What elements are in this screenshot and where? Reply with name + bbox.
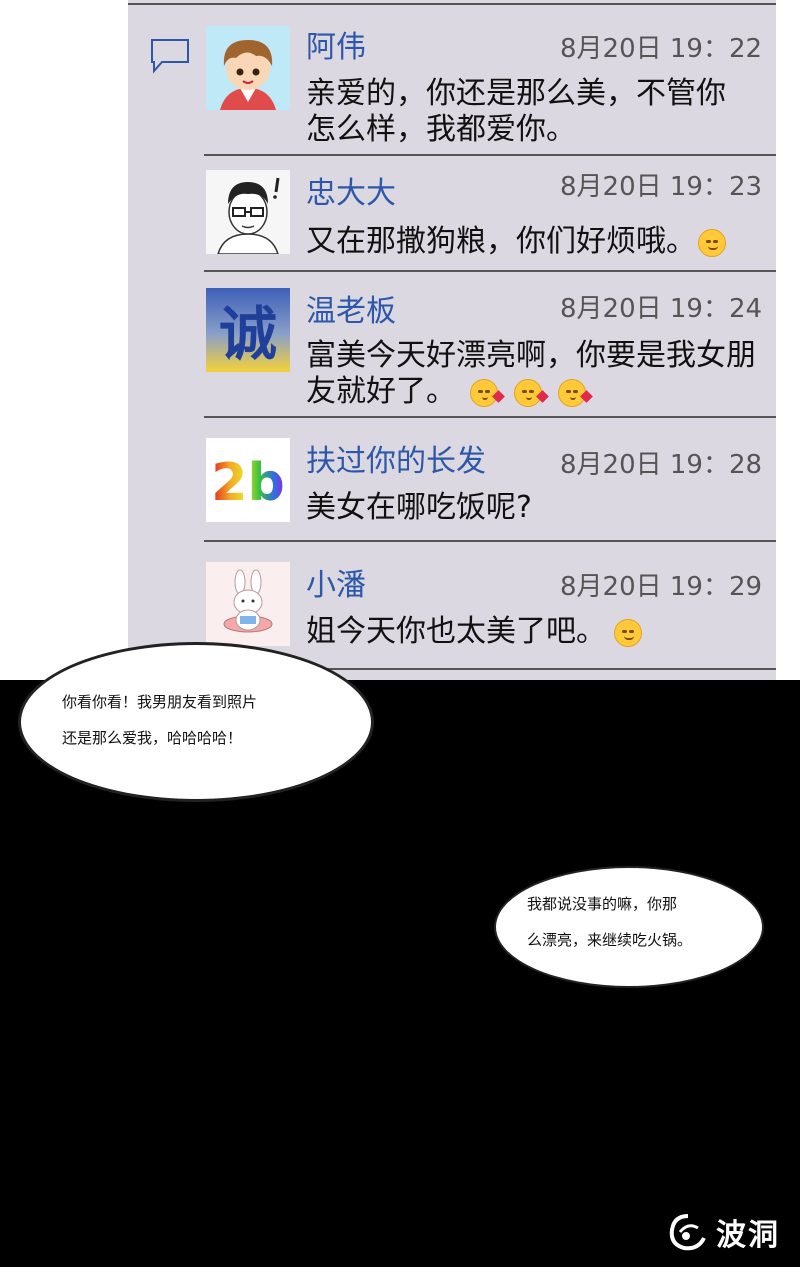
comment-time: 8月20日 19：22 — [560, 34, 763, 64]
commenter-name[interactable]: 温老板 — [306, 286, 396, 330]
bodong-logo-icon — [669, 1214, 706, 1251]
kissing-heart-face-icon — [558, 378, 593, 407]
watermark-text: 波洞 — [716, 1218, 780, 1253]
comment-text: 姐今天你也太美了吧。 — [306, 614, 766, 650]
rainbow-2b-icon: 2b — [206, 438, 290, 522]
comment-text-content: 姐今天你也太美了吧。 — [306, 614, 606, 649]
kissing-heart-face-icon — [470, 378, 505, 407]
comment-time: 8月20日 19：23 — [560, 172, 763, 202]
speech-bubble-right-line1: 我都说没事的嘛，你那 — [527, 895, 678, 913]
commenter-name[interactable]: 忠大大 — [306, 168, 396, 212]
commenter-name[interactable]: 扶过你的长发 — [306, 436, 486, 480]
unamused-face-icon — [698, 228, 726, 257]
bunny-icon — [206, 562, 290, 646]
comment-text: 亲爱的，你还是那么美，不管你怎么样，我都爱你。 — [306, 76, 726, 147]
comment-item: 小潘 8月20日 19：29 姐今天你也太美了吧。 — [204, 542, 776, 670]
comment-time: 8月20日 19：28 — [560, 450, 763, 480]
avatar[interactable]: 2b — [206, 438, 290, 522]
comment-item: 阿伟 8月20日 19：22 亲爱的，你还是那么美，不管你怎么样，我都爱你。 — [204, 14, 776, 156]
smiling-face-icon — [614, 618, 642, 647]
sketch-person-icon — [206, 170, 290, 254]
avatar[interactable]: 诚 — [206, 288, 290, 372]
comment-time: 8月20日 19：29 — [560, 572, 763, 602]
avatar[interactable] — [206, 26, 290, 110]
comment-text: 美女在哪吃饭呢? — [306, 490, 532, 525]
svg-text:2b: 2b — [211, 453, 284, 513]
calligraphy-cheng-icon: 诚 — [206, 288, 290, 372]
avatar[interactable] — [206, 170, 290, 254]
comment-text-content: 又在那撒狗粮，你们好烦哦。 — [306, 224, 696, 259]
kissing-heart-face-icon — [514, 378, 549, 407]
panel-divider — [128, 3, 776, 5]
comment-item: 2b 扶过你的长发 8月20日 19：28 美女在哪吃饭呢? — [204, 418, 776, 542]
speech-bubble-left-line1: 你看你看！我男朋友看到照片 — [62, 693, 258, 711]
avatar[interactable] — [206, 562, 290, 646]
comment-bubble-icon[interactable] — [150, 38, 190, 74]
svg-text:诚: 诚 — [219, 300, 277, 368]
speech-bubble-left-line2: 还是那么爱我，哈哈哈哈！ — [62, 729, 243, 747]
commenter-name[interactable]: 阿伟 — [306, 22, 366, 66]
comment-text: 富美今天好漂亮啊，你要是我女朋友就好了。 — [306, 338, 756, 410]
watermark: 波洞 — [666, 1210, 780, 1254]
cartoon-boy-icon — [206, 26, 290, 110]
comment-time: 8月20日 19：24 — [560, 294, 763, 324]
speech-bubble-right-line2: 么漂亮，来继续吃火锅。 — [527, 931, 693, 949]
comment-item: 诚 温老板 8月20日 19：24 富美今天好漂亮啊，你要是我女朋友就好了。 — [204, 272, 776, 418]
commenter-name[interactable]: 小潘 — [306, 560, 366, 604]
comment-text: 又在那撒狗粮，你们好烦哦。 — [306, 224, 776, 260]
comment-item: 忠大大 8月20日 19：23 又在那撒狗粮，你们好烦哦。 — [204, 156, 776, 272]
